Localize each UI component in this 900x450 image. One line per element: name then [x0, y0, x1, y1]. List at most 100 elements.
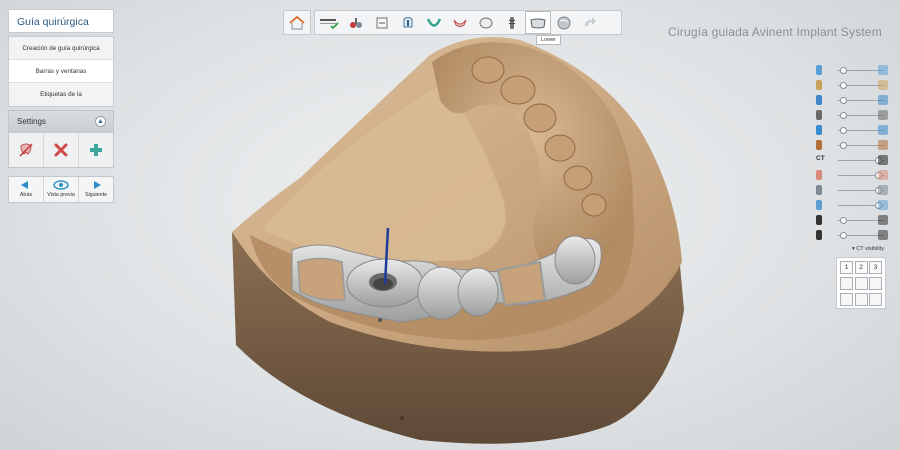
tools-button[interactable]: [343, 11, 369, 34]
redo-arrow-icon: [585, 16, 596, 26]
object-preview-icon: [878, 110, 888, 120]
step-item-label: Barras y ventanas: [35, 68, 87, 75]
back-button[interactable]: Atrás: [9, 177, 44, 202]
eye-icon: [53, 180, 69, 190]
ct-icon: CT: [816, 155, 825, 162]
slider-handle[interactable]: [840, 217, 848, 224]
tooth-section-button[interactable]: [395, 11, 421, 34]
visibility-slider-row: [812, 228, 892, 243]
arrow-right-icon: [94, 181, 101, 189]
visibility-slider-row: [812, 63, 892, 78]
collapse-icon[interactable]: ▲: [95, 116, 106, 127]
lower-jaw-icon: [530, 18, 546, 28]
visibility-slider-row: [812, 123, 892, 138]
visibility-slider-row: [812, 78, 892, 93]
preview-label: Vista previa: [47, 192, 75, 198]
view-cube-icon[interactable]: [854, 293, 868, 306]
home-button[interactable]: [284, 11, 310, 34]
step-item-creacion[interactable]: Creación de guía quirúrgica: [9, 37, 113, 60]
wizard-nav: Atrás Vista previa Siguiente: [8, 176, 114, 203]
object-preview-icon: [878, 155, 888, 165]
preview-button[interactable]: Vista previa: [44, 177, 79, 202]
visibility-slider-row: [812, 198, 892, 213]
visibility-slider-row: [812, 168, 892, 183]
ct-visibility-label[interactable]: ▾ CT visibility: [852, 246, 884, 252]
remove-tooth-button[interactable]: [9, 133, 44, 167]
tooth-icon: [479, 17, 493, 28]
sphere-icon: [557, 16, 571, 29]
object-preview-icon: [878, 215, 888, 225]
implant-blue-icon: [816, 125, 822, 135]
slider-handle[interactable]: [840, 67, 848, 74]
slider-handle[interactable]: [840, 97, 848, 104]
checklist-icon: [320, 18, 339, 29]
view-cube-icon[interactable]: [869, 293, 882, 306]
jaw-button[interactable]: [447, 11, 473, 34]
slider-handle[interactable]: [840, 82, 848, 89]
delete-x-icon: [54, 143, 68, 157]
visibility-slider-row: [812, 213, 892, 228]
remove-tooth-icon: [19, 143, 33, 157]
crown-icon: [816, 80, 822, 90]
visibility-slider-row: [812, 183, 892, 198]
slider-handle[interactable]: [840, 232, 848, 239]
object-preview-icon: [878, 170, 888, 180]
back-label: Atrás: [19, 192, 33, 198]
object-preview-icon: [878, 185, 888, 195]
settings-header[interactable]: Settings ▲: [9, 111, 113, 133]
view-button-3[interactable]: 3: [869, 261, 882, 274]
bridge-icon: [816, 95, 822, 105]
implant-icon: [509, 16, 515, 29]
settings-section: Settings ▲: [8, 110, 114, 168]
brightness-icon: [816, 215, 822, 225]
dental-model-render: [232, 37, 684, 444]
tooth-section-icon: [403, 16, 413, 27]
layers-button[interactable]: [369, 11, 395, 34]
view-button-1[interactable]: 1: [840, 261, 853, 274]
sphere-button[interactable]: [551, 11, 577, 34]
next-button[interactable]: Siguiente: [79, 177, 113, 202]
tools-icon: [350, 17, 362, 28]
layers-icon: [376, 16, 388, 29]
jaw-icon: [453, 19, 467, 27]
home-toolbar: [283, 10, 311, 35]
slider-handle[interactable]: [840, 127, 848, 134]
view-button-2[interactable]: 2: [854, 261, 868, 274]
pin-icon: [816, 65, 822, 75]
settings-title: Settings: [17, 117, 46, 126]
step-item-label: Etiquetas de la: [40, 91, 82, 98]
slider-handle[interactable]: [840, 112, 848, 119]
step-item-etiquetas[interactable]: Etiquetas de la: [9, 83, 113, 106]
implant-gray-icon: [816, 110, 822, 120]
contrast-icon: [816, 230, 822, 240]
step-item-barras[interactable]: Barras y ventanas: [9, 60, 113, 83]
visibility-slider-row: [812, 138, 892, 153]
view-cube-icon[interactable]: [840, 277, 853, 290]
object-preview-icon: [878, 95, 888, 105]
implant-button[interactable]: [499, 11, 525, 34]
object-preview-icon: [878, 230, 888, 240]
visibility-slider-row: [812, 108, 892, 123]
delete-button[interactable]: [44, 133, 79, 167]
slider-handle[interactable]: [840, 142, 848, 149]
3d-viewport[interactable]: [0, 0, 900, 450]
panel-title: Guía quirúrgica: [8, 9, 114, 33]
add-button[interactable]: [79, 133, 113, 167]
view-selector: 1 2 3: [836, 257, 886, 309]
view-cube-icon[interactable]: [840, 293, 853, 306]
checklist-button[interactable]: [315, 11, 343, 34]
left-panel: Guía quirúrgica Creación de guía quirúrg…: [8, 9, 114, 203]
redo-button[interactable]: [577, 11, 603, 34]
visibility-panel: CT: [812, 63, 892, 243]
object-preview-icon: [878, 140, 888, 150]
view-cube-icon[interactable]: [854, 277, 868, 290]
abutment-icon: [816, 140, 822, 150]
arch-button[interactable]: [421, 11, 447, 34]
lower-jaw-button[interactable]: [525, 11, 551, 34]
view-cube-icon[interactable]: [869, 277, 882, 290]
add-plus-icon: [90, 144, 102, 156]
step-list: Creación de guía quirúrgica Barras y ven…: [8, 36, 114, 107]
tooth-button[interactable]: [473, 11, 499, 34]
step-item-label: Creación de guía quirúrgica: [22, 45, 100, 52]
arch-icon: [426, 17, 442, 27]
